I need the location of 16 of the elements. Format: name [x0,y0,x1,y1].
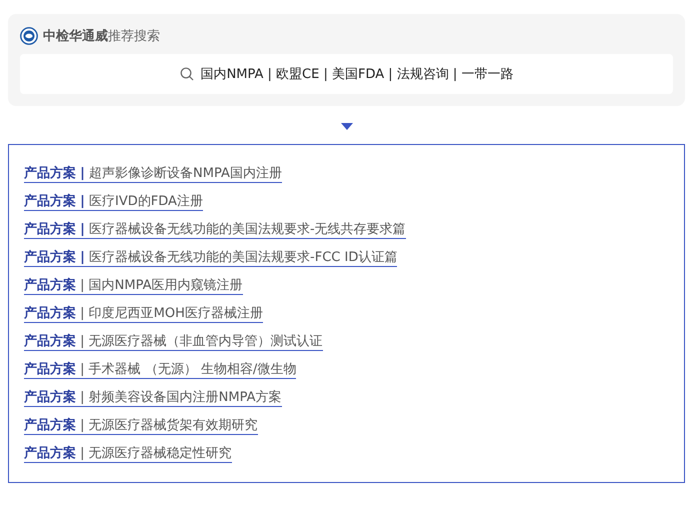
article-link[interactable]: 产品方案 | 超声影像诊断设备NMPA国内注册 [24,165,282,183]
search-field[interactable]: 国内NMPA | 欧盟CE | 美国FDA | 法规咨询 | 一带一路 [20,54,673,94]
panel-title: 中检华通威推荐搜索 [43,28,160,45]
article-link[interactable]: 产品方案 | 无源医疗器械稳定性研究 [24,445,232,463]
article-link[interactable]: 产品方案 | 医疗IVD的FDA注册 [24,193,203,211]
caret-icon [340,123,352,130]
article-link[interactable]: 产品方案 | 印度尼西亚MOH医疗器械注册 [24,305,263,323]
article-link[interactable]: 产品方案 | 医疗器械设备无线功能的美国法规要求-FCC ID认证篇 [24,249,398,267]
article-link[interactable]: 产品方案 | 无源医疗器械货架有效期研究 [24,417,258,435]
logo-icon [20,27,38,45]
article-link[interactable]: 产品方案 | 手术器械 （无源） 生物相容/微生物 [24,361,296,379]
article-link[interactable]: 产品方案 | 无源医疗器械（非血管内导管）测试认证 [24,333,323,351]
search-icon [180,67,194,81]
article-link[interactable]: 产品方案 | 射频美容设备国内注册NMPA方案 [24,389,282,407]
article-link[interactable]: 产品方案 | 国内NMPA医用内窥镜注册 [24,277,243,295]
article-link[interactable]: 产品方案 | 医疗器械设备无线功能的美国法规要求-无线共存要求篇 [24,221,406,239]
